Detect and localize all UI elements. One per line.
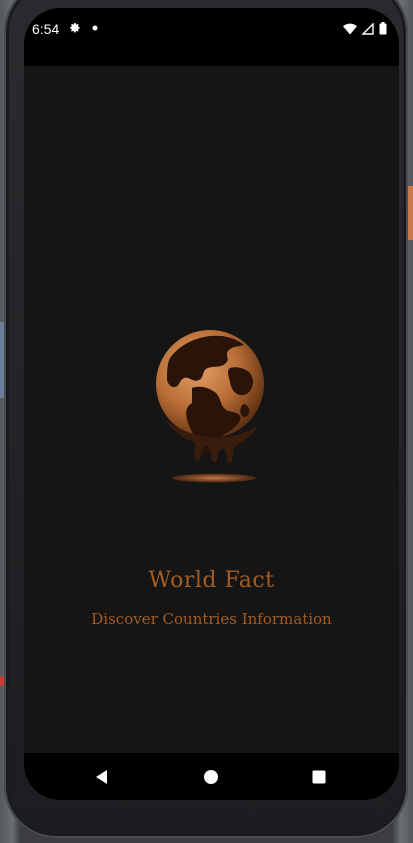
- app-title: World Fact: [148, 568, 275, 593]
- phone-frame: 6:54 World Fact Discover Countries Infor…: [4, 0, 408, 838]
- back-icon: [96, 770, 107, 784]
- navigation-bar: [24, 753, 399, 800]
- melting-globe-icon: [156, 330, 264, 483]
- app-logo: [152, 328, 272, 488]
- battery-icon: [379, 22, 387, 35]
- splash-screen: World Fact Discover Countries Informatio…: [24, 66, 399, 753]
- gear-icon: [70, 23, 80, 33]
- status-left-icons: [68, 21, 98, 35]
- home-button[interactable]: [199, 765, 223, 789]
- wifi-icon: [343, 23, 357, 34]
- notification-dot-icon: [92, 25, 98, 31]
- recents-button[interactable]: [307, 765, 331, 789]
- recents-icon: [312, 770, 326, 784]
- app-subtitle: Discover Countries Information: [91, 610, 332, 628]
- phone-screen: 6:54 World Fact Discover Countries Infor…: [24, 8, 399, 800]
- signal-icon: [362, 22, 374, 35]
- status-bar: 6:54: [24, 8, 399, 66]
- status-right-icons: [343, 22, 387, 35]
- status-time: 6:54: [32, 21, 60, 37]
- home-icon: [204, 770, 218, 784]
- back-button[interactable]: [90, 765, 114, 789]
